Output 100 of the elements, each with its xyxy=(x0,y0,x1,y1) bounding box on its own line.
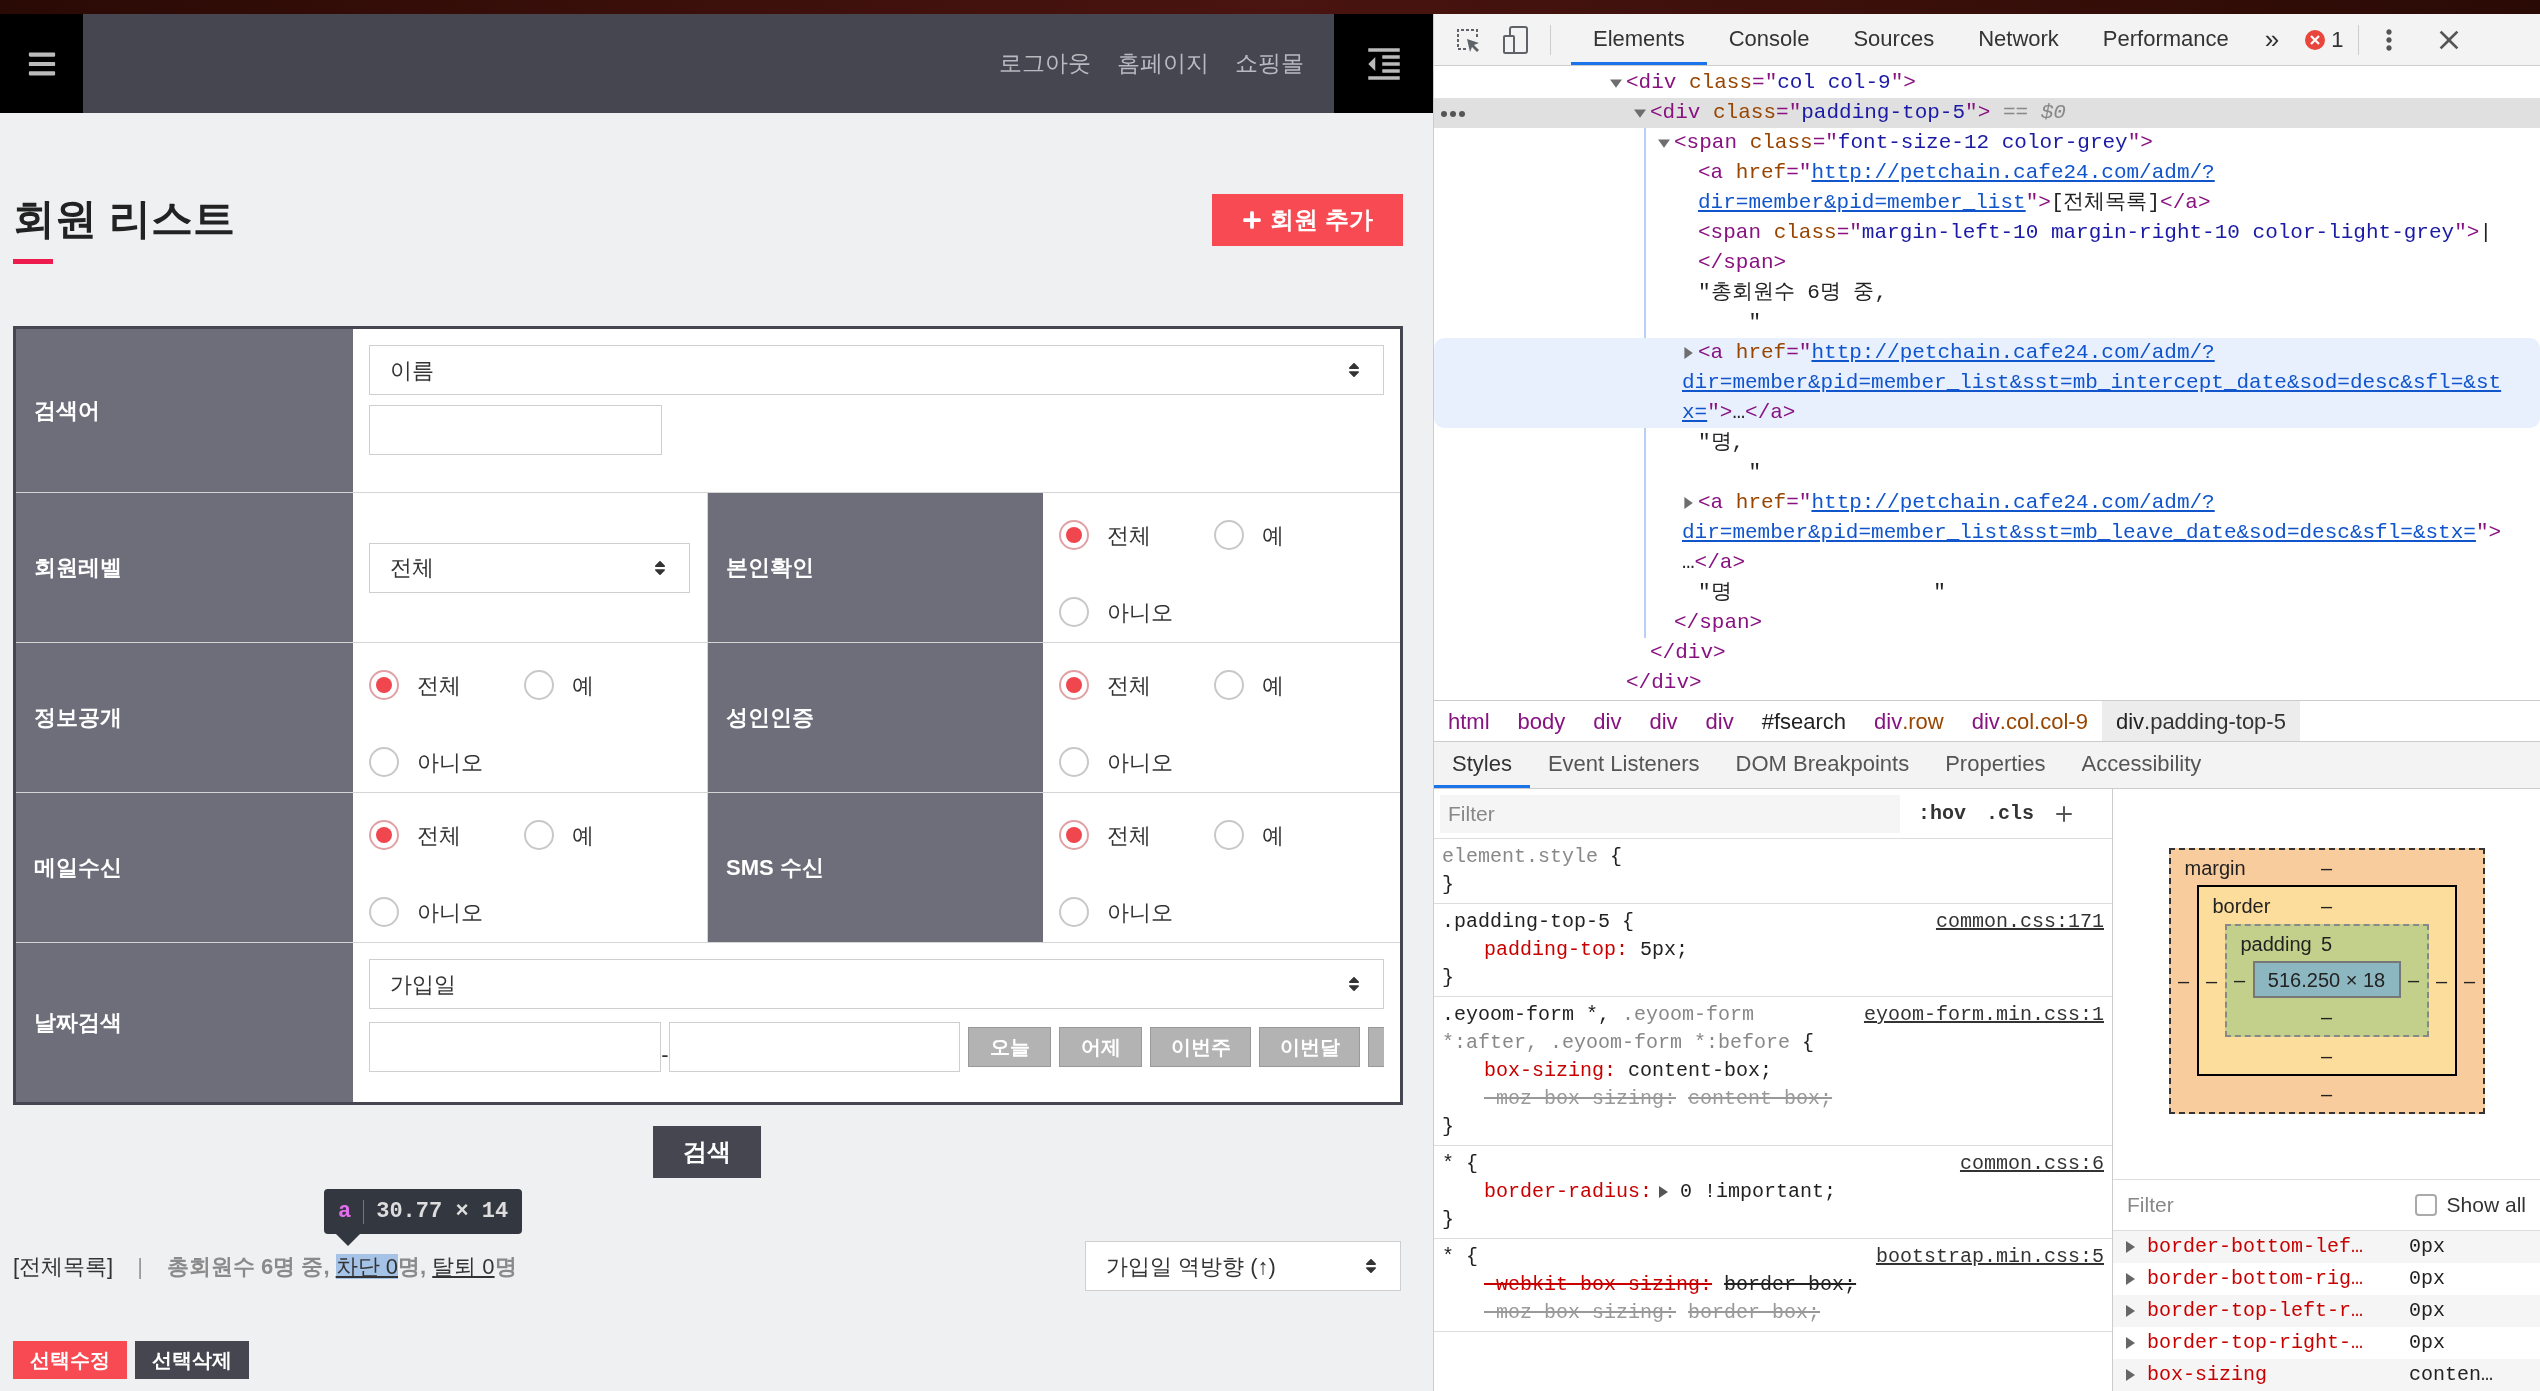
radio-button[interactable] xyxy=(1059,670,1089,700)
expand-triangle-icon[interactable] xyxy=(2125,1337,2135,1349)
pane-tab[interactable]: Properties xyxy=(1927,742,2064,788)
radio-button[interactable] xyxy=(369,820,399,850)
dom-closing-tag[interactable]: </div> xyxy=(1434,668,2540,698)
devtools-tab[interactable]: Performance xyxy=(2080,14,2251,65)
devtools-tab[interactable]: Console xyxy=(1706,14,1832,65)
expand-triangle-icon[interactable] xyxy=(1658,1186,1669,1198)
radio-option[interactable]: 예 xyxy=(1214,820,1369,850)
computed-filter-field[interactable]: Filter xyxy=(2127,1189,2415,1221)
sidebar-toggle-button[interactable] xyxy=(1334,14,1433,113)
radio-option[interactable]: 아니오 xyxy=(369,897,524,927)
pane-tab[interactable]: DOM Breakpoints xyxy=(1717,742,1928,788)
pane-tab[interactable]: Event Listeners xyxy=(1529,742,1718,788)
select-dropdown[interactable]: 가입일 xyxy=(369,959,1384,1009)
radio-option[interactable]: 전체 xyxy=(369,670,524,700)
radio-option[interactable]: 아니오 xyxy=(369,747,524,777)
collapsed-triangle-icon[interactable] xyxy=(1682,497,1694,509)
styles-filter-field[interactable]: Filter xyxy=(1440,794,1900,833)
menu-button[interactable] xyxy=(0,14,83,113)
breadcrumb-item[interactable]: html xyxy=(1434,701,1504,741)
radio-option[interactable]: 전체 xyxy=(1059,820,1214,850)
breadcrumb-item[interactable]: div.row xyxy=(1860,701,1958,741)
error-count[interactable]: 1 xyxy=(2305,23,2344,56)
expanded-triangle-icon[interactable] xyxy=(1634,107,1646,119)
radio-button[interactable] xyxy=(1214,670,1244,700)
devtools-tab[interactable]: Sources xyxy=(1831,14,1957,65)
pane-tab[interactable]: Styles xyxy=(1434,742,1530,788)
radio-option[interactable]: 아니오 xyxy=(1059,597,1214,627)
dom-node[interactable]: <div class="padding-top-5"> == $0 xyxy=(1434,98,2540,128)
keyword-input[interactable] xyxy=(369,405,662,455)
radio-option[interactable]: 예 xyxy=(524,820,679,850)
radio-option[interactable]: 전체 xyxy=(1059,670,1214,700)
dom-closing-tag[interactable]: </div> xyxy=(1434,638,2540,668)
breadcrumb-item[interactable]: div xyxy=(1691,701,1748,741)
ellipsis-icon[interactable] xyxy=(1440,110,1466,118)
breadcrumb-item[interactable]: #fsearch xyxy=(1747,701,1861,741)
dom-node[interactable]: <a href="http://petchain.cafe24.com/adm/? dir=member&pid=member_list">[전체목록]</a> xyxy=(1434,158,2540,218)
count-link[interactable]: 차단 0 xyxy=(335,1253,398,1279)
expand-triangle-icon[interactable] xyxy=(2125,1369,2135,1381)
stylesheet-link[interactable]: common.css:6 xyxy=(1959,1150,2104,1178)
devtools-tab[interactable]: Elements xyxy=(1571,14,1707,65)
dom-node[interactable]: <a href="http://petchain.cafe24.com/adm/? dir=member&pid=member_list&sst=mb_leave_date&sod=desc&sfl=&stx="> …</a> xyxy=(1434,488,2540,578)
radio-button[interactable] xyxy=(1059,897,1089,927)
expand-triangle-icon[interactable] xyxy=(2125,1305,2135,1317)
end-date-input[interactable] xyxy=(669,1022,960,1072)
radio-option[interactable]: 아니오 xyxy=(1059,747,1214,777)
breadcrumb-item[interactable]: div xyxy=(1635,701,1692,741)
stylesheet-link[interactable]: bootstrap.min.css:5 xyxy=(1875,1243,2104,1271)
pane-tab[interactable]: Accessibility xyxy=(2063,742,2220,788)
search-button[interactable]: 검색 xyxy=(652,1126,761,1178)
header-link[interactable]: 홈페이지 xyxy=(1117,46,1209,81)
dom-node[interactable]: "명, " xyxy=(1434,428,2540,488)
select-dropdown[interactable]: 이름 xyxy=(369,345,1384,395)
dom-node[interactable]: <div class="col col-9"> xyxy=(1434,68,2540,98)
hover-state-button[interactable]: :hov xyxy=(1918,798,1966,829)
breadcrumb-item[interactable]: div xyxy=(1579,701,1636,741)
dom-node[interactable]: "총회원수 6명 중, " xyxy=(1434,278,2540,338)
radio-button[interactable] xyxy=(369,897,399,927)
start-date-input[interactable] xyxy=(369,1022,661,1072)
header-link[interactable]: 로그아웃 xyxy=(999,46,1091,81)
dom-node[interactable]: "명 " xyxy=(1434,578,2540,608)
dom-node[interactable]: <span class="font-size-12 color-grey"> xyxy=(1434,128,2540,158)
radio-option[interactable]: 예 xyxy=(524,670,679,700)
radio-button[interactable] xyxy=(369,670,399,700)
expanded-triangle-icon[interactable] xyxy=(1610,77,1622,89)
radio-button[interactable] xyxy=(1214,820,1244,850)
radio-option[interactable]: 전체 xyxy=(369,820,524,850)
dom-node[interactable]: <span class="margin-left-10 margin-right-10 color-light-grey">| </span> xyxy=(1434,218,2540,278)
dom-node[interactable]: <a href="http://petchain.cafe24.com/adm/? dir=member&pid=member_list&sst=mb_intercept_date&sod=desc&sfl=&st x=">…</a> xyxy=(1434,338,2540,428)
more-tabs-button[interactable]: » xyxy=(2250,20,2294,59)
expand-triangle-icon[interactable] xyxy=(2125,1273,2135,1285)
count-link[interactable]: 탈퇴 0 xyxy=(432,1253,495,1279)
collapsed-triangle-icon[interactable] xyxy=(1682,347,1694,359)
breadcrumb-item[interactable]: body xyxy=(1503,701,1580,741)
radio-option[interactable]: 아니오 xyxy=(1059,897,1214,927)
header-link[interactable]: 쇼핑몰 xyxy=(1235,46,1304,81)
radio-button[interactable] xyxy=(369,747,399,777)
bulk-action-button[interactable]: 선택삭제 xyxy=(135,1341,249,1379)
device-icon[interactable] xyxy=(1502,24,1530,55)
radio-button[interactable] xyxy=(524,820,554,850)
radio-option[interactable]: 예 xyxy=(1214,520,1369,550)
expand-triangle-icon[interactable] xyxy=(2125,1241,2135,1253)
stylesheet-link[interactable]: eyoom-form.min.css:1 xyxy=(1863,1001,2104,1029)
radio-button[interactable] xyxy=(1059,747,1089,777)
radio-button[interactable] xyxy=(1059,820,1089,850)
breadcrumb-item[interactable]: div.padding-top-5 xyxy=(2101,701,2300,741)
select-dropdown[interactable]: 가입일 역방향 (↑) xyxy=(1085,1241,1401,1291)
radio-option[interactable]: 전체 xyxy=(1059,520,1214,550)
expanded-triangle-icon[interactable] xyxy=(1658,137,1670,149)
devtools-tab[interactable]: Network xyxy=(1956,14,2081,65)
select-dropdown[interactable]: 전체 xyxy=(369,542,690,593)
all-list-link[interactable]: [전체목록] xyxy=(13,1249,114,1283)
radio-option[interactable]: 예 xyxy=(1214,670,1369,700)
radio-button[interactable] xyxy=(1059,520,1089,550)
dom-closing-tag[interactable]: </span> xyxy=(1434,608,2540,638)
checkbox[interactable] xyxy=(2414,1194,2437,1216)
class-toggle-button[interactable]: .cls xyxy=(1986,798,2035,829)
radio-button[interactable] xyxy=(1059,597,1089,627)
show-all-checkbox[interactable]: Show all xyxy=(2414,1189,2526,1221)
